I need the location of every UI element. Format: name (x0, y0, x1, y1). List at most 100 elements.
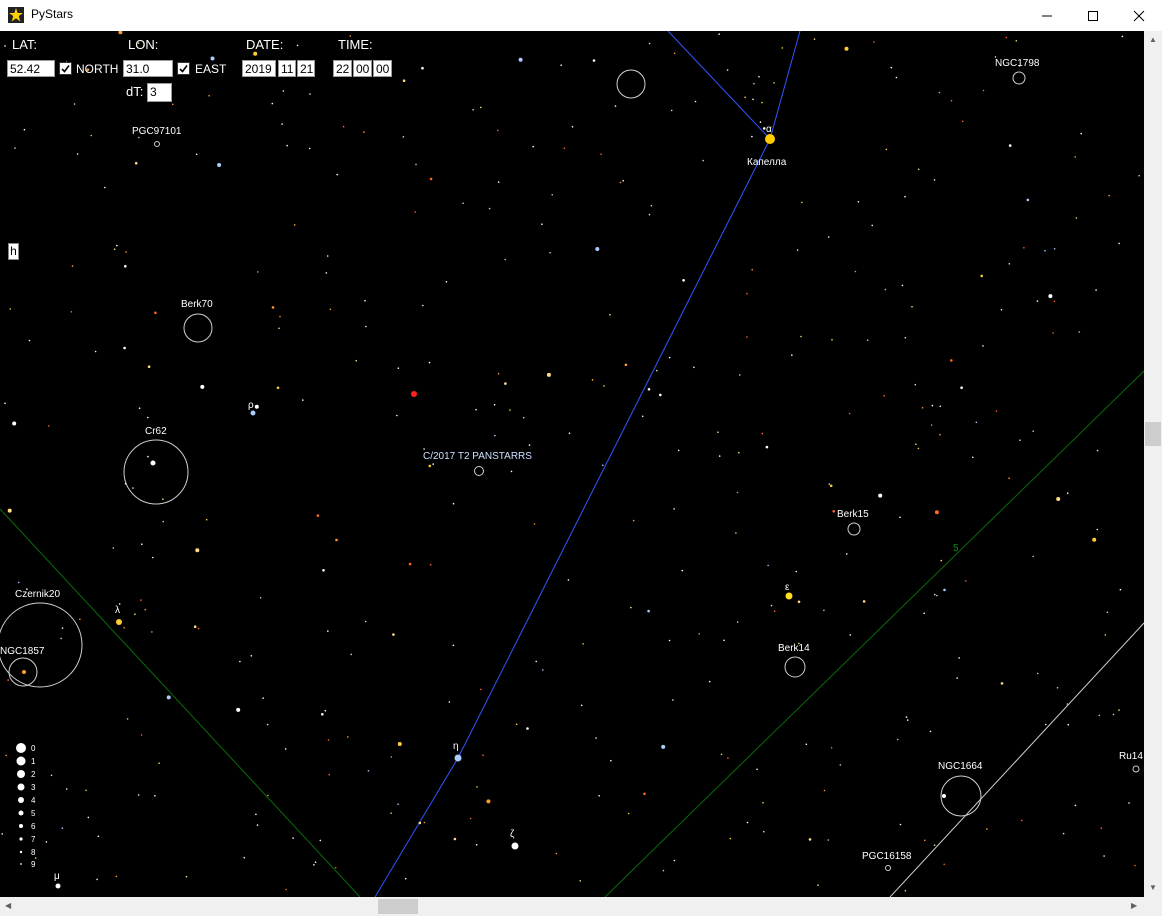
field-star (720, 753, 723, 756)
field-star (829, 484, 833, 488)
star-eta[interactable] (454, 754, 462, 762)
year-input[interactable]: 2019 (242, 60, 276, 77)
legend-dot (20, 863, 22, 865)
field-star (7, 679, 9, 681)
ru14-marker[interactable] (1132, 765, 1140, 773)
field-star (126, 718, 129, 720)
minute-input[interactable]: 00 (353, 60, 372, 77)
scroll-down-icon[interactable]: ▼ (1149, 883, 1157, 892)
ngc1798-marker[interactable] (1012, 71, 1026, 85)
pgc16158-marker[interactable] (885, 865, 891, 871)
field-star (200, 384, 205, 389)
star[interactable] (150, 460, 156, 466)
field-star (901, 284, 904, 287)
field-star (162, 498, 164, 501)
field-star (208, 94, 210, 97)
star-rho[interactable] (250, 410, 256, 416)
h-button[interactable]: h (8, 243, 19, 260)
field-star (763, 830, 765, 833)
star-zeta[interactable] (511, 842, 519, 850)
field-star (1000, 309, 1003, 311)
field-star (9, 308, 11, 310)
horizontal-scroll-thumb[interactable] (378, 899, 418, 914)
field-star (1108, 194, 1110, 197)
field-star (923, 612, 925, 615)
field-star (924, 839, 926, 842)
field-star (533, 523, 536, 525)
field-star (762, 801, 764, 804)
second-input[interactable]: 00 (373, 60, 392, 77)
horizontal-scrollbar[interactable]: ◀ ▶ (0, 897, 1144, 916)
field-star (622, 179, 624, 182)
ngc1664-marker[interactable] (940, 775, 982, 817)
highlight-marker[interactable] (411, 391, 417, 397)
field-star (758, 76, 760, 78)
magnitude-legend: 0 1 2 3 4 5 6 7 8 9 (16, 743, 36, 869)
star-mu[interactable] (55, 883, 61, 889)
berk70-marker[interactable] (183, 313, 213, 343)
field-star (453, 837, 457, 841)
scroll-left-icon[interactable]: ◀ (5, 901, 11, 910)
field-star (579, 880, 581, 882)
field-star (28, 339, 31, 342)
star[interactable] (942, 794, 946, 798)
field-star (79, 618, 81, 621)
comet-marker[interactable] (474, 466, 484, 476)
day-input[interactable]: 21 (297, 60, 315, 77)
label-alpha: α (766, 124, 772, 135)
hour-input[interactable]: 22 (333, 60, 352, 77)
field-star (643, 792, 646, 796)
dt-input[interactable]: 3 (147, 83, 172, 102)
scroll-up-icon[interactable]: ▲ (1149, 35, 1157, 44)
field-star (873, 41, 875, 43)
field-star (482, 754, 484, 756)
north-checkbox[interactable] (59, 62, 72, 75)
berk14-marker[interactable] (784, 656, 806, 678)
field-star (610, 759, 612, 762)
field-star (415, 163, 417, 166)
field-star (627, 812, 630, 815)
sky-map[interactable]: 0 1 2 3 4 5 6 7 8 9 PGC97101 NGC1798 α К… (0, 31, 1144, 897)
field-star (972, 456, 974, 459)
field-star (116, 244, 118, 247)
pgc97101-marker[interactable] (154, 141, 160, 147)
scroll-right-icon[interactable]: ▶ (1131, 901, 1137, 910)
field-star (592, 59, 596, 62)
star-lambda[interactable] (116, 619, 122, 625)
sky-chart[interactable]: 0 1 2 3 4 5 6 7 8 9 PGC97101 NGC1798 α К… (0, 31, 1144, 897)
field-star (293, 224, 296, 226)
field-star (329, 308, 332, 311)
field-star (1074, 156, 1076, 158)
vertical-scroll-thumb[interactable] (1145, 422, 1161, 446)
field-star (934, 593, 936, 596)
month-input[interactable]: 11 (278, 60, 296, 77)
maximize-button[interactable] (1070, 0, 1116, 31)
label-berk14: Berk14 (778, 643, 810, 654)
vertical-scrollbar[interactable]: ▲ ▼ (1144, 31, 1162, 897)
field-star (672, 699, 674, 701)
object-circle[interactable] (616, 69, 646, 99)
star-capella[interactable] (765, 134, 775, 144)
star[interactable] (22, 670, 26, 674)
field-star (895, 76, 898, 79)
field-star (670, 109, 673, 112)
close-button[interactable] (1116, 0, 1162, 31)
field-star (647, 609, 650, 613)
constellation-line (374, 757, 459, 897)
minimize-button[interactable] (1024, 0, 1070, 31)
field-star (849, 634, 851, 636)
lon-input[interactable]: 31.0 (123, 60, 173, 77)
lat-input[interactable]: 52.42 (7, 60, 55, 77)
czernik20-marker[interactable] (0, 602, 83, 688)
field-star (65, 788, 68, 790)
east-checkbox[interactable] (177, 62, 190, 75)
field-star (781, 47, 784, 49)
field-star (239, 660, 241, 663)
berk15-marker[interactable] (847, 522, 861, 536)
field-star (885, 148, 888, 151)
cr62-marker[interactable] (123, 439, 189, 505)
constellation-line (667, 31, 771, 140)
field-star (286, 144, 288, 147)
star-epsilon[interactable] (785, 592, 793, 600)
field-star (397, 803, 399, 805)
